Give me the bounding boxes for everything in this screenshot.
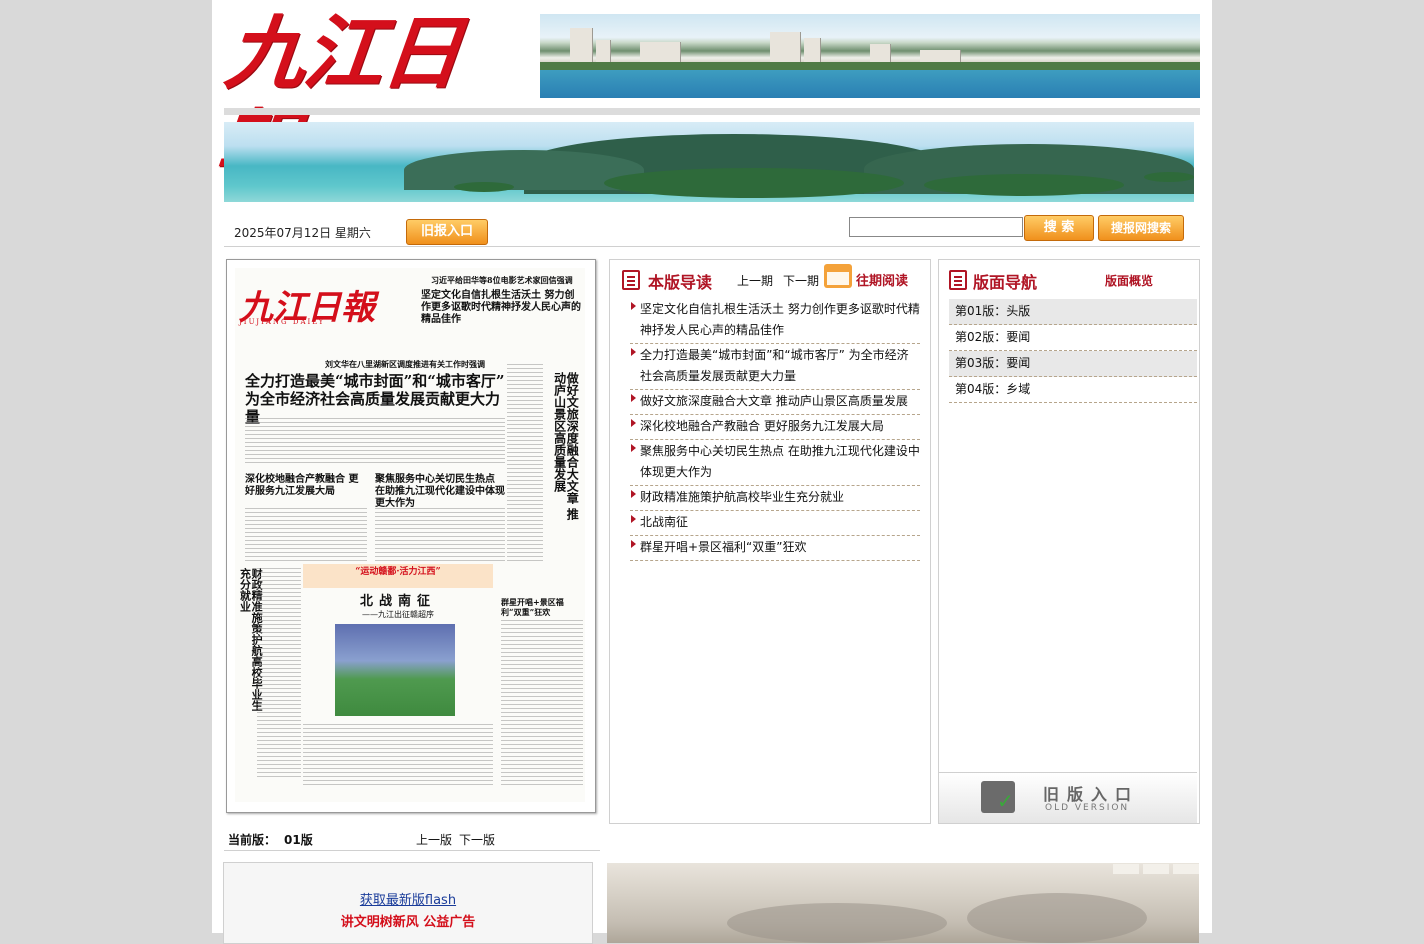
triangle-icon (631, 490, 636, 498)
get-flash-link[interactable]: 获取最新版flash (224, 889, 592, 908)
article-link[interactable]: 聚焦服务中心关切民生热点 在助推九江现代化建设中体现更大作为 (630, 440, 920, 486)
toolbar-divider (224, 246, 1200, 247)
paper-headline-vertical: 做好文旅深度融合大文章 推动庐山景区高质量发展 (552, 372, 580, 521)
page-link-02[interactable]: 第02版：要闻 (949, 325, 1197, 351)
document-icon (949, 270, 967, 290)
paper-kicker-top: 习近平给田华等8位电影艺术家回信强调 (431, 275, 573, 285)
search-button[interactable]: 搜 索 (1024, 215, 1094, 241)
prev-edition-link[interactable]: 上一版 (416, 831, 452, 848)
triangle-icon (631, 515, 636, 523)
next-edition-link[interactable]: 下一版 (459, 831, 495, 848)
nav-title: 版面导航 (973, 273, 1038, 292)
sky-photo-slideshow[interactable] (607, 863, 1199, 943)
page-navigation-panel: 版面导航 版面概览 第01版：头版 第02版：要闻 第03版：要闻 第04版：乡… (938, 259, 1200, 824)
paper-feature-sub: ——九江出征赣超序 (362, 610, 434, 619)
current-edition: 当前版： 01版 (228, 831, 313, 848)
old-version-entry-button[interactable]: 旧版入口 OLD VERSION (939, 772, 1197, 823)
paper-headline-sub2: 聚焦服务中心关切民生热点 在助推九江现代化建设中体现更大作为 (375, 474, 505, 509)
header-divider (224, 108, 1200, 115)
triangle-icon (631, 348, 636, 356)
page: 九江日報 2025年07月12日 星期六 旧报入口 搜 索 搜报网搜索 九江日報… (211, 0, 1212, 944)
edition-guide-panel: 本版导读 上一期 下一期 往期阅读 坚定文化自信扎根生活沃土 努力创作更多讴歌时… (609, 259, 931, 824)
triangle-icon (631, 419, 636, 427)
slide-tab[interactable] (1143, 864, 1169, 874)
paper-feature-title: 北战南征 (359, 594, 436, 609)
current-edition-label: 当前版： (228, 833, 277, 847)
triangle-icon (631, 302, 636, 310)
slide-tab[interactable] (1173, 864, 1199, 874)
current-edition-value: 01版 (284, 833, 313, 847)
paper-headline-top: 坚定文化自信扎根生活沃土 努力创作更多讴歌时代精神抒发人民心声的精品佳作 (421, 290, 581, 325)
site-logo[interactable]: 九江日報 (211, 6, 521, 194)
guide-title: 本版导读 (648, 273, 713, 292)
triangle-icon (631, 394, 636, 402)
page-link-04[interactable]: 第04版：乡域 (949, 377, 1197, 403)
article-link[interactable]: 群星开唱+景区福利“双重”狂欢 (630, 536, 920, 561)
paper-logo-sub: JIUJIANG DAILY (239, 318, 326, 326)
article-link[interactable]: 深化校地融合产教融合 更好服务九江发展大局 (630, 415, 920, 440)
old-version-title: 旧版入口 (1043, 785, 1140, 804)
triangle-icon (631, 444, 636, 452)
paper-headline-sub1: 深化校地融合产教融合 更好服务九江发展大局 (245, 474, 359, 497)
triangle-icon (631, 540, 636, 548)
slide-tab[interactable] (1113, 864, 1139, 874)
page-link-01[interactable]: 第01版：头版 (949, 299, 1197, 325)
lake-banner-photo (224, 122, 1194, 202)
paper-feature-photo (335, 624, 455, 716)
page-link-03[interactable]: 第03版：要闻 (949, 351, 1197, 377)
checklist-icon (981, 781, 1015, 813)
next-issue-link[interactable]: 下一期 (783, 272, 819, 289)
prev-issue-link[interactable]: 上一期 (737, 272, 773, 289)
past-issues-link[interactable]: 往期阅读 (856, 270, 908, 289)
article-link[interactable]: 做好文旅深度融合大文章 推动庐山景区高质量发展 (630, 390, 920, 415)
front-page-thumbnail[interactable]: 九江日報 JIUJIANG DAILY 习近平给田华等8位电影艺术家回信强调 坚… (226, 259, 596, 813)
paper-kicker-main: 刘文华在八里湖新区调度推进有关工作时强调 (325, 359, 485, 369)
flash-box: 获取最新版flash 讲文明树新风 公益广告 (223, 862, 593, 944)
page-overview-link[interactable]: 版面概览 (1105, 272, 1153, 289)
current-date: 2025年07月12日 星期六 (234, 226, 371, 240)
search-network-button[interactable]: 搜报网搜索 (1098, 215, 1184, 241)
search-input[interactable] (849, 217, 1023, 237)
public-service-ad-text: 讲文明树新风 公益广告 (340, 915, 476, 930)
article-link[interactable]: 北战南征 (630, 511, 920, 536)
slideshow-tabs (1109, 863, 1199, 877)
calendar-icon[interactable] (824, 264, 852, 288)
header-banner-photo (540, 14, 1200, 98)
article-link[interactable]: 全力打造最美“城市封面”和“城市客厅” 为全市经济社会高质量发展贡献更大力量 (630, 344, 920, 390)
article-link[interactable]: 坚定文化自信扎根生活沃土 努力创作更多讴歌时代精神抒发人民心声的精品佳作 (630, 298, 920, 344)
old-paper-entry-button[interactable]: 旧报入口 (406, 219, 488, 245)
paper-right-sub: 群星开唱+景区福利“双重”狂欢 (501, 597, 564, 617)
document-icon (622, 270, 640, 290)
paper-orange-banner: “运动赣鄱·活力江西” (355, 567, 441, 577)
old-version-subtitle: OLD VERSION (1045, 803, 1130, 813)
article-list: 坚定文化自信扎根生活沃土 努力创作更多讴歌时代精神抒发人民心声的精品佳作 全力打… (630, 298, 920, 561)
page-list: 第01版：头版 第02版：要闻 第03版：要闻 第04版：乡域 (949, 299, 1197, 403)
article-link[interactable]: 财政精准施策护航高校毕业生充分就业 (630, 486, 920, 511)
edition-divider (224, 850, 600, 851)
newspaper-page: 九江日報 JIUJIANG DAILY 习近平给田华等8位电影艺术家回信强调 坚… (235, 268, 585, 802)
